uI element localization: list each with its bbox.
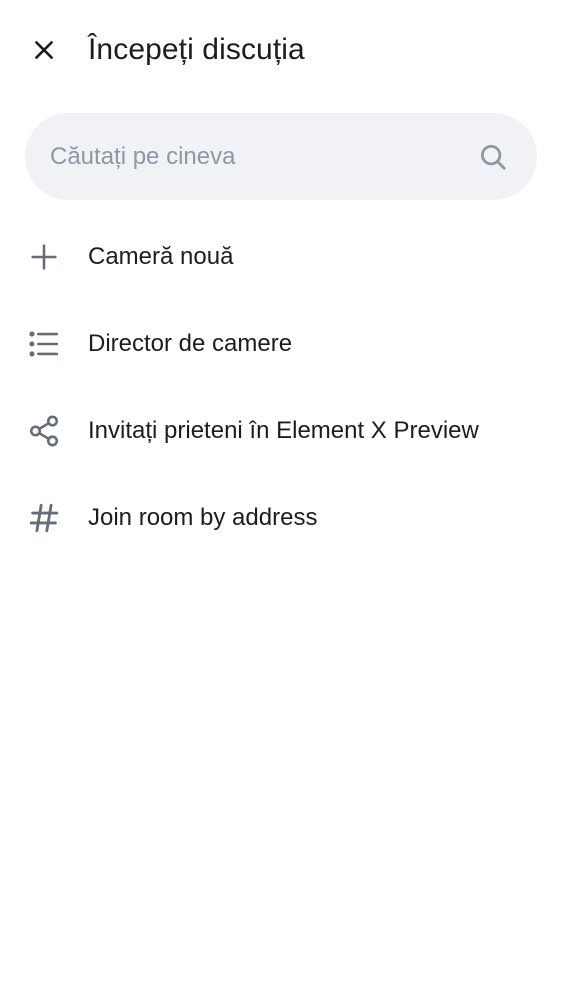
room-directory-item[interactable]: Director de camere	[0, 300, 562, 387]
page-title: Începeți discuția	[88, 33, 305, 66]
start-chat-options: Cameră nouă Director de camere Invitați …	[0, 213, 562, 561]
search-input[interactable]	[50, 113, 470, 200]
new-room-label: Cameră nouă	[88, 243, 234, 270]
join-room-by-address-item[interactable]: Join room by address	[0, 474, 562, 561]
top-app-bar: Începeți discuția	[0, 0, 562, 100]
search-icon[interactable]	[477, 141, 509, 173]
close-icon	[31, 37, 57, 63]
search-bar[interactable]	[25, 113, 537, 200]
new-room-item[interactable]: Cameră nouă	[0, 213, 562, 300]
invite-friends-label: Invitați prieteni în Element X Preview	[88, 417, 479, 444]
share-icon	[26, 413, 62, 449]
invite-friends-item[interactable]: Invitați prieteni în Element X Preview	[0, 387, 562, 474]
join-room-by-address-label: Join room by address	[88, 504, 318, 531]
hash-icon	[26, 500, 62, 536]
list-icon	[26, 326, 62, 362]
plus-icon	[26, 239, 62, 275]
close-button[interactable]	[20, 26, 68, 74]
room-directory-label: Director de camere	[88, 330, 293, 357]
